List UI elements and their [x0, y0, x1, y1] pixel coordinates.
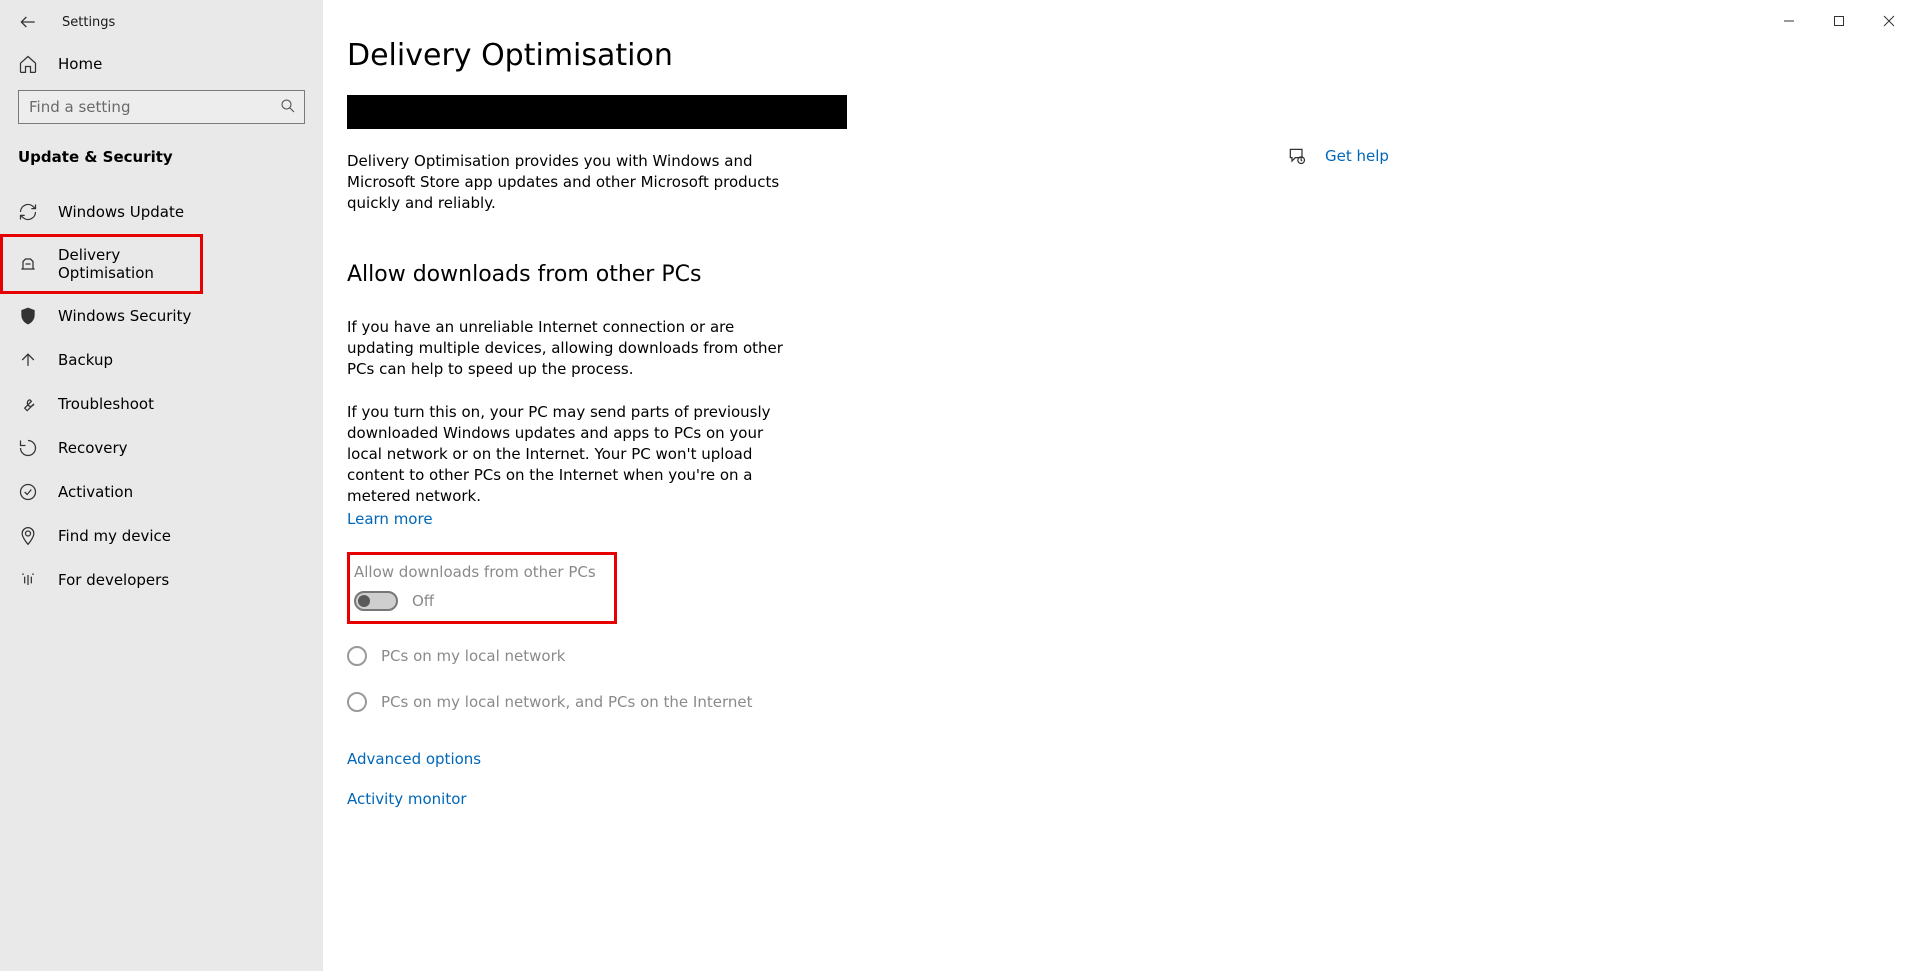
radio-label: PCs on my local network [381, 647, 565, 665]
sidebar-item-label: For developers [58, 571, 169, 589]
section-paragraph-1: If you have an unreliable Internet conne… [347, 317, 797, 380]
sidebar-item-label: Windows Security [58, 307, 191, 325]
toggle-state: Off [412, 592, 434, 610]
main-content: Delivery Optimisation Delivery Optimisat… [323, 0, 1920, 971]
minimize-button[interactable] [1764, 4, 1814, 38]
help-icon [1287, 146, 1307, 166]
learn-more-link[interactable]: Learn more [347, 510, 433, 528]
sidebar-item-windows-security[interactable]: Windows Security [0, 294, 323, 338]
radio-local-and-internet[interactable]: PCs on my local network, and PCs on the … [347, 692, 987, 712]
sidebar-item-for-developers[interactable]: For developers [0, 558, 323, 602]
sidebar-item-label: Backup [58, 351, 113, 369]
sidebar-item-label: Windows Update [58, 203, 184, 221]
activity-monitor-link[interactable]: Activity monitor [347, 790, 987, 808]
toggle-allow-downloads: Allow downloads from other PCs Off [347, 552, 617, 624]
radio-icon [347, 646, 367, 666]
sidebar-item-label: Recovery [58, 439, 128, 457]
back-icon[interactable] [18, 12, 38, 32]
sidebar-home[interactable]: Home [0, 42, 323, 90]
close-button[interactable] [1864, 4, 1914, 38]
recovery-icon [18, 438, 38, 458]
shield-icon [18, 306, 38, 326]
sidebar-item-troubleshoot[interactable]: Troubleshoot [0, 382, 323, 426]
sidebar-item-label: Find my device [58, 527, 171, 545]
sync-icon [18, 202, 38, 222]
sidebar-item-label: Delivery Optimisation [58, 246, 185, 282]
search-wrap [18, 90, 305, 124]
wrench-icon [18, 394, 38, 414]
sidebar-item-find-my-device[interactable]: Find my device [0, 514, 323, 558]
section-heading: Allow downloads from other PCs [347, 262, 987, 287]
check-circle-icon [18, 482, 38, 502]
sidebar-item-delivery-optimisation[interactable]: Delivery Optimisation [0, 234, 203, 294]
section-paragraph-2: If you turn this on, your PC may send pa… [347, 402, 797, 507]
sidebar-section-header: Update & Security [0, 144, 323, 176]
page-title: Delivery Optimisation [347, 38, 987, 73]
redacted-banner [347, 95, 847, 129]
sidebar-item-activation[interactable]: Activation [0, 470, 323, 514]
home-icon [18, 54, 38, 74]
search-input[interactable] [18, 90, 305, 124]
backup-icon [18, 350, 38, 370]
radio-local-network[interactable]: PCs on my local network [347, 646, 987, 666]
location-icon [18, 526, 38, 546]
window-title: Settings [62, 15, 115, 30]
sidebar-item-label: Troubleshoot [58, 395, 154, 413]
toggle-label: Allow downloads from other PCs [354, 563, 606, 581]
radio-label: PCs on my local network, and PCs on the … [381, 693, 752, 711]
sidebar-item-label: Activation [58, 483, 133, 501]
advanced-options-link[interactable]: Advanced options [347, 750, 987, 768]
sidebar-item-recovery[interactable]: Recovery [0, 426, 323, 470]
sidebar: Settings Home Update & Security Windows … [0, 0, 323, 971]
maximize-button[interactable] [1814, 4, 1864, 38]
delivery-icon [18, 254, 38, 274]
sidebar-home-label: Home [58, 55, 102, 73]
sidebar-item-windows-update[interactable]: Windows Update [0, 190, 323, 234]
toggle-switch[interactable] [354, 591, 398, 611]
page-description: Delivery Optimisation provides you with … [347, 151, 787, 214]
get-help-link[interactable]: Get help [1325, 147, 1389, 165]
sidebar-item-backup[interactable]: Backup [0, 338, 323, 382]
radio-icon [347, 692, 367, 712]
developer-icon [18, 570, 38, 590]
